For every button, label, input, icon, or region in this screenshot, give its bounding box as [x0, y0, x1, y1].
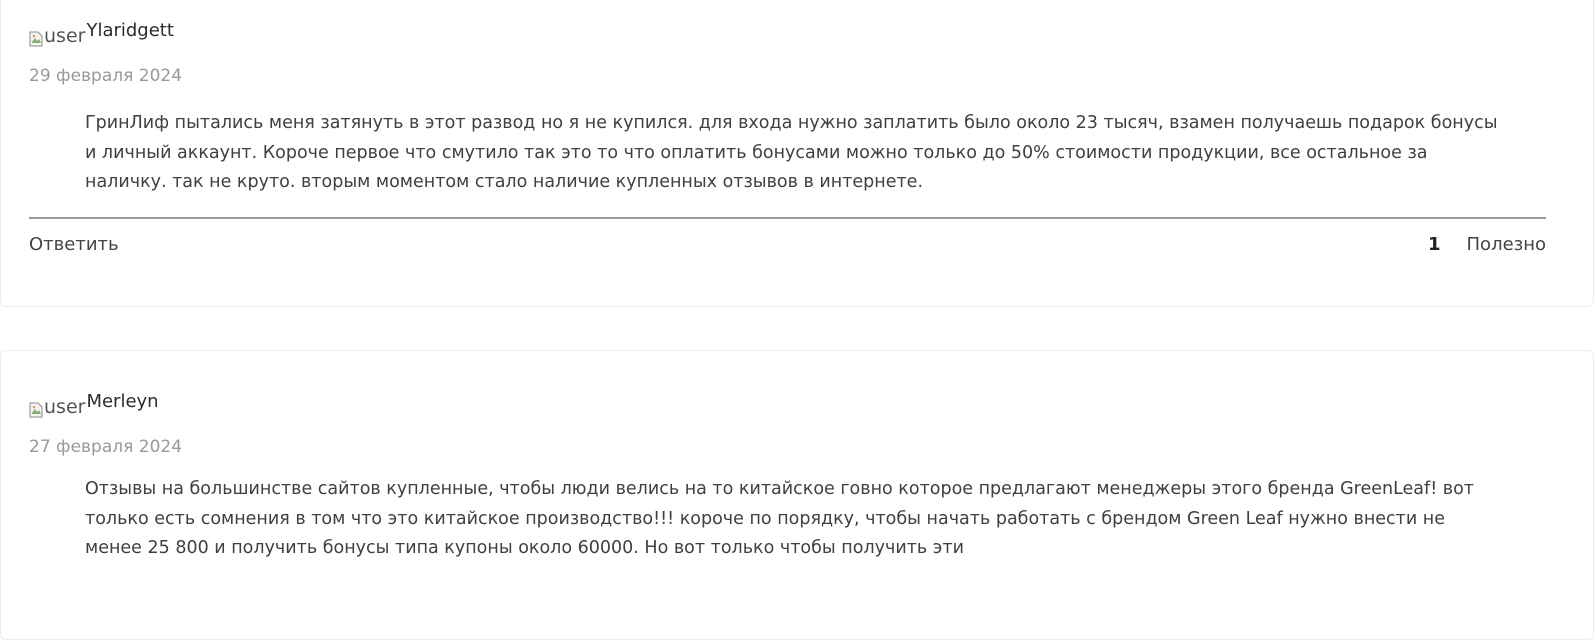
- review-card: user Merleyn 27 февраля 2024 Отзывы на б…: [0, 350, 1594, 640]
- broken-image-icon: [29, 402, 43, 418]
- review-date: 27 февраля 2024: [29, 437, 183, 457]
- avatar: user: [29, 392, 85, 418]
- review-date: 29 февраля 2024: [29, 66, 183, 86]
- avatar: user: [29, 21, 85, 47]
- review-card: user Ylaridgett 29 февраля 2024 ГринЛиф …: [0, 0, 1594, 307]
- review-author: user Merleyn: [29, 392, 159, 418]
- review-text: ГринЛиф пытались меня затянуть в этот ра…: [85, 113, 1498, 192]
- username[interactable]: Ylaridgett: [86, 21, 173, 41]
- helpful-section: 1 Полезно: [1428, 234, 1546, 255]
- review-text: Отзывы на большинстве сайтов купленные, …: [85, 479, 1474, 558]
- divider: [29, 217, 1546, 219]
- avatar-alt-text: user: [44, 396, 86, 418]
- helpful-button[interactable]: Полезно: [1467, 234, 1546, 255]
- helpful-count: 1: [1427, 234, 1441, 255]
- broken-image-icon: [29, 31, 43, 47]
- avatar-alt-text: user: [44, 25, 86, 47]
- reply-button[interactable]: Ответить: [29, 234, 119, 255]
- review-author: user Ylaridgett: [29, 21, 174, 47]
- username[interactable]: Merleyn: [86, 392, 158, 412]
